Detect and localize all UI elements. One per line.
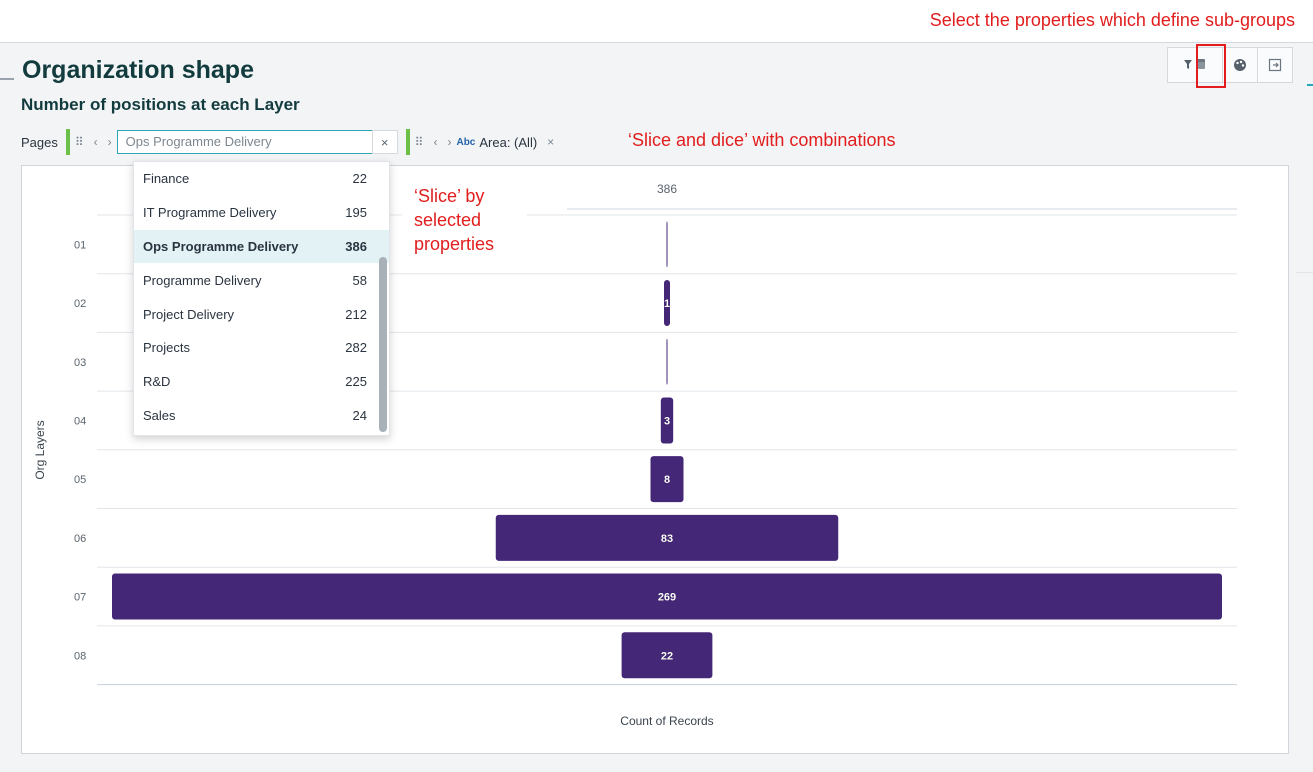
- page-select-input[interactable]: Ops Programme Delivery: [116, 130, 373, 154]
- option-count: 282: [345, 340, 367, 356]
- area-filter-chip[interactable]: Area: (All): [479, 135, 537, 150]
- bar: [666, 221, 668, 268]
- annotation-subgroups: Select the properties which define sub-g…: [929, 10, 1295, 30]
- option-label: IT Programme Delivery: [143, 205, 277, 221]
- annotation-slice-line: ‘Slice’ by: [414, 186, 485, 206]
- y-tick-label: 01: [74, 239, 86, 251]
- dropdown-option[interactable]: Finance 22: [134, 162, 389, 196]
- filter-bar: Pages ⠿ ‹ › Ops Programme Delivery × ⠿ ‹…: [21, 128, 559, 156]
- option-label: Programme Delivery: [143, 272, 262, 288]
- dropdown-scrollbar[interactable]: [379, 257, 387, 432]
- area-filter-marker: [405, 129, 410, 155]
- page-subtitle: Number of positions at each Layer: [21, 95, 300, 114]
- y-axis-title: Org Layers: [33, 420, 47, 479]
- pages-label: Pages: [21, 134, 58, 150]
- export-button[interactable]: [1257, 47, 1293, 83]
- dropdown-option[interactable]: IT Programme Delivery 195: [134, 196, 389, 230]
- option-label: Project Delivery: [143, 306, 235, 322]
- dropdown-list: Finance 22 IT Programme Delivery 195 Ops Pro…: [134, 162, 389, 432]
- option-count: 386: [345, 238, 367, 254]
- dropdown-option[interactable]: Project Delivery 212: [134, 297, 389, 331]
- option-label: Finance: [143, 171, 190, 187]
- right-accent-mark: [1307, 84, 1313, 86]
- bar-value-label: 1: [664, 298, 670, 310]
- dropdown-option[interactable]: Projects 282: [134, 331, 389, 365]
- palette-icon: [1234, 59, 1246, 71]
- option-label: R&D: [143, 374, 171, 390]
- option-count: 22: [352, 171, 367, 187]
- area-next-icon[interactable]: ›: [447, 135, 451, 149]
- right-divider: [1296, 272, 1313, 273]
- filter-icon: [1184, 59, 1205, 69]
- option-label: Sales: [143, 407, 176, 423]
- area-prev-icon[interactable]: ‹: [433, 135, 437, 149]
- option-label: Projects: [143, 340, 190, 356]
- y-tick-label: 04: [74, 415, 86, 427]
- y-tick-label: 08: [74, 650, 86, 662]
- y-tick-label: 03: [74, 357, 86, 369]
- prev-page-icon[interactable]: ‹: [94, 135, 98, 149]
- filter-subgroup-button[interactable]: [1167, 47, 1223, 83]
- page-title: Organization shape: [22, 56, 254, 84]
- frame-accent: [0, 78, 14, 80]
- option-label: Ops Programme Delivery: [143, 238, 299, 254]
- clear-page-button[interactable]: ×: [371, 130, 398, 154]
- option-count: 225: [345, 374, 367, 390]
- dropdown-option[interactable]: Sales 24: [134, 399, 389, 433]
- dropdown-option[interactable]: R&D 225: [134, 365, 389, 399]
- x-axis-title: Count of Records: [620, 714, 713, 728]
- annotation-slice-line: selected: [414, 210, 482, 230]
- next-page-icon[interactable]: ›: [108, 135, 112, 149]
- bar-value-label: 269: [658, 592, 676, 604]
- clear-area-button[interactable]: ×: [547, 135, 554, 149]
- y-tick-label: 07: [74, 592, 86, 604]
- text-type-icon: Abc: [456, 136, 476, 148]
- area-drag-handle-icon[interactable]: ⠿: [415, 135, 424, 149]
- option-count: 195: [345, 205, 367, 221]
- chart-toolbar: [1167, 47, 1293, 83]
- bar-value-label: 83: [661, 533, 673, 545]
- annotation-slice-line: properties: [414, 234, 495, 254]
- export-icon: [1268, 58, 1282, 72]
- annotation-combinations: ‘Slice and dice’ with combinations: [628, 130, 896, 150]
- bar-value-label: 8: [664, 474, 670, 486]
- option-count: 58: [352, 272, 367, 288]
- total-label: 386: [657, 182, 677, 196]
- page-select-dropdown: Finance 22 IT Programme Delivery 195 Ops Pro…: [133, 161, 390, 436]
- bar: [666, 338, 668, 385]
- page-filter-marker: [65, 129, 70, 155]
- option-count: 24: [352, 407, 367, 423]
- option-count: 212: [345, 306, 367, 322]
- annotation-slice: ‘Slice’ by selected properties: [402, 182, 527, 262]
- bar-value-label: 22: [661, 650, 673, 662]
- dropdown-option[interactable]: Programme Delivery 58: [134, 263, 389, 297]
- y-tick-label: 06: [74, 533, 86, 545]
- y-tick-label: 05: [74, 474, 86, 486]
- bar-value-label: 3: [664, 415, 670, 427]
- drag-handle-icon[interactable]: ⠿: [75, 135, 84, 149]
- palette-button[interactable]: [1222, 47, 1258, 83]
- dropdown-option[interactable]: Ops Programme Delivery 386: [134, 229, 389, 264]
- y-tick-label: 02: [74, 298, 86, 310]
